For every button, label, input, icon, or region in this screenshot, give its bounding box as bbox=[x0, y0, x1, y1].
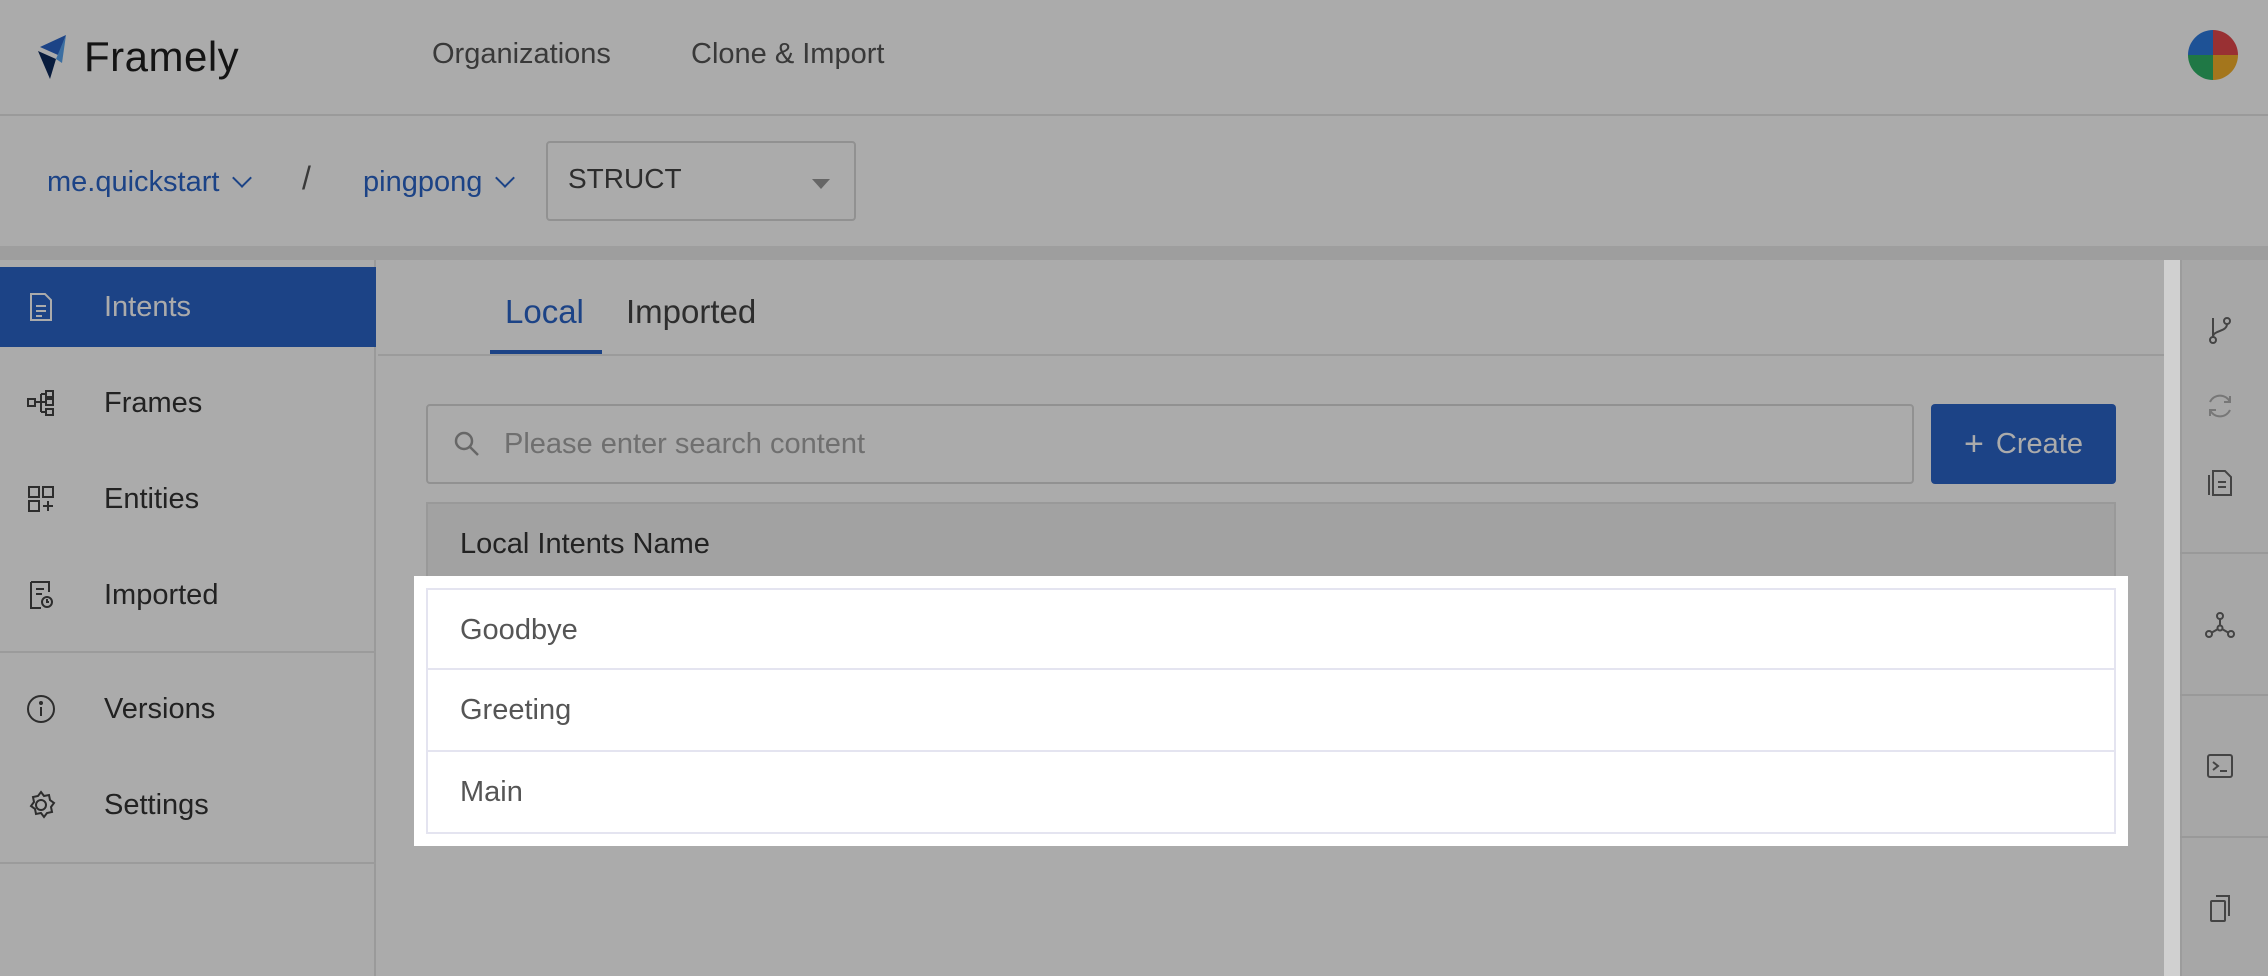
header-divider bbox=[0, 246, 2268, 260]
terminal-icon[interactable] bbox=[2198, 744, 2242, 788]
table-row[interactable]: Goodbye bbox=[426, 588, 2116, 670]
sidebar-item-label: Frames bbox=[104, 386, 203, 419]
chevron-down-icon bbox=[232, 168, 253, 188]
project-selector[interactable]: pingpong bbox=[363, 162, 516, 202]
document-icon bbox=[26, 292, 56, 322]
imported-icon bbox=[26, 580, 56, 610]
create-button-label: Create bbox=[1995, 427, 2083, 460]
tab-imported[interactable]: Imported bbox=[626, 290, 756, 334]
project-name: pingpong bbox=[363, 166, 483, 198]
caret-down-icon bbox=[812, 179, 830, 189]
sidebar-item-intents[interactable]: Intents bbox=[0, 267, 376, 347]
app-name: Framely bbox=[84, 33, 240, 80]
mode-select-value: STRUCT bbox=[568, 163, 682, 194]
chevron-down-icon bbox=[495, 168, 516, 188]
sidebar-item-settings[interactable]: Settings bbox=[0, 765, 376, 845]
tab-local[interactable]: Local bbox=[505, 290, 584, 334]
framely-logo-icon bbox=[38, 35, 66, 79]
branch-icon[interactable] bbox=[2198, 308, 2242, 352]
sidebar-item-label: Versions bbox=[104, 692, 216, 725]
column-header-name: Local Intents Name bbox=[460, 528, 710, 560]
org-selector[interactable]: me.quickstart bbox=[47, 162, 253, 202]
sidebar-item-entities[interactable]: Entities bbox=[0, 459, 376, 539]
search-box[interactable] bbox=[426, 404, 1914, 484]
intent-name: Goodbye bbox=[460, 614, 578, 646]
toolbar-divider bbox=[2180, 836, 2268, 838]
toolbar-divider bbox=[2180, 694, 2268, 696]
table-row[interactable]: Greeting bbox=[426, 670, 2116, 752]
file-icon[interactable] bbox=[2198, 460, 2242, 504]
intent-name: Main bbox=[460, 776, 523, 808]
table-row[interactable]: Main bbox=[426, 752, 2116, 834]
nav-organizations[interactable]: Organizations bbox=[432, 34, 611, 74]
breadcrumb bbox=[0, 116, 2268, 246]
sidebar-item-label: Intents bbox=[104, 290, 192, 323]
toolbar-divider bbox=[2180, 552, 2268, 554]
mode-select[interactable]: STRUCT bbox=[546, 141, 856, 221]
sidebar-item-frames[interactable]: Frames bbox=[0, 363, 376, 443]
intent-name: Greeting bbox=[460, 694, 572, 726]
gear-icon bbox=[26, 790, 56, 820]
sidebar-divider bbox=[0, 651, 376, 653]
avatar[interactable] bbox=[2188, 30, 2238, 80]
sidebar-item-label: Settings bbox=[104, 788, 209, 821]
entities-icon bbox=[26, 484, 56, 514]
framely-logo[interactable]: Framely bbox=[36, 28, 296, 86]
plus-icon: + bbox=[1964, 424, 1984, 463]
sidebar-divider bbox=[0, 862, 376, 864]
org-name: me.quickstart bbox=[47, 166, 220, 198]
breadcrumb-separator: / bbox=[302, 160, 311, 196]
sidebar-item-versions[interactable]: Versions bbox=[0, 669, 376, 749]
frames-icon bbox=[26, 388, 56, 418]
table-header: Local Intents Name bbox=[426, 502, 2116, 584]
nav-clone-import[interactable]: Clone & Import bbox=[691, 34, 884, 74]
search-icon bbox=[454, 431, 479, 456]
create-button[interactable]: + Create bbox=[1931, 404, 2116, 484]
info-icon bbox=[26, 694, 56, 724]
active-tab-indicator bbox=[490, 350, 602, 354]
sidebar-item-imported[interactable]: Imported bbox=[0, 555, 376, 635]
copy-icon[interactable] bbox=[2198, 886, 2242, 930]
refresh-icon[interactable] bbox=[2198, 384, 2242, 428]
sidebar-item-label: Entities bbox=[104, 482, 200, 515]
search-input[interactable] bbox=[502, 426, 1886, 462]
top-header: Framely Organizations Clone & Import bbox=[0, 0, 2268, 116]
graph-icon[interactable] bbox=[2198, 603, 2242, 647]
sidebar-item-label: Imported bbox=[104, 578, 219, 611]
scrollbar[interactable] bbox=[2164, 260, 2180, 976]
